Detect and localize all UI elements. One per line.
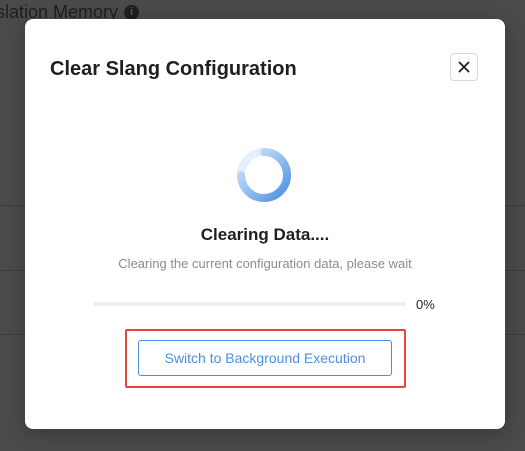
background-divider bbox=[505, 205, 525, 206]
info-icon: i bbox=[124, 4, 140, 20]
close-button[interactable] bbox=[450, 53, 478, 81]
background-divider bbox=[505, 334, 525, 335]
close-icon bbox=[458, 61, 470, 73]
loading-spinner-icon bbox=[237, 148, 291, 202]
progress-bar bbox=[93, 302, 406, 306]
status-title: Clearing Data.... bbox=[200, 225, 330, 244]
background-divider bbox=[505, 270, 525, 271]
status-description: Clearing the current configuration data,… bbox=[118, 256, 412, 271]
background-divider bbox=[0, 205, 25, 206]
background-divider bbox=[0, 270, 25, 271]
progress-percentage: 0% bbox=[416, 297, 435, 312]
clear-configuration-dialog: Clear Slang Configuration Clearing Data.… bbox=[25, 19, 505, 429]
dialog-title: Clear Slang Configuration bbox=[50, 58, 297, 80]
switch-to-background-button[interactable]: Switch to Background Execution bbox=[138, 340, 392, 376]
background-divider bbox=[0, 334, 25, 335]
